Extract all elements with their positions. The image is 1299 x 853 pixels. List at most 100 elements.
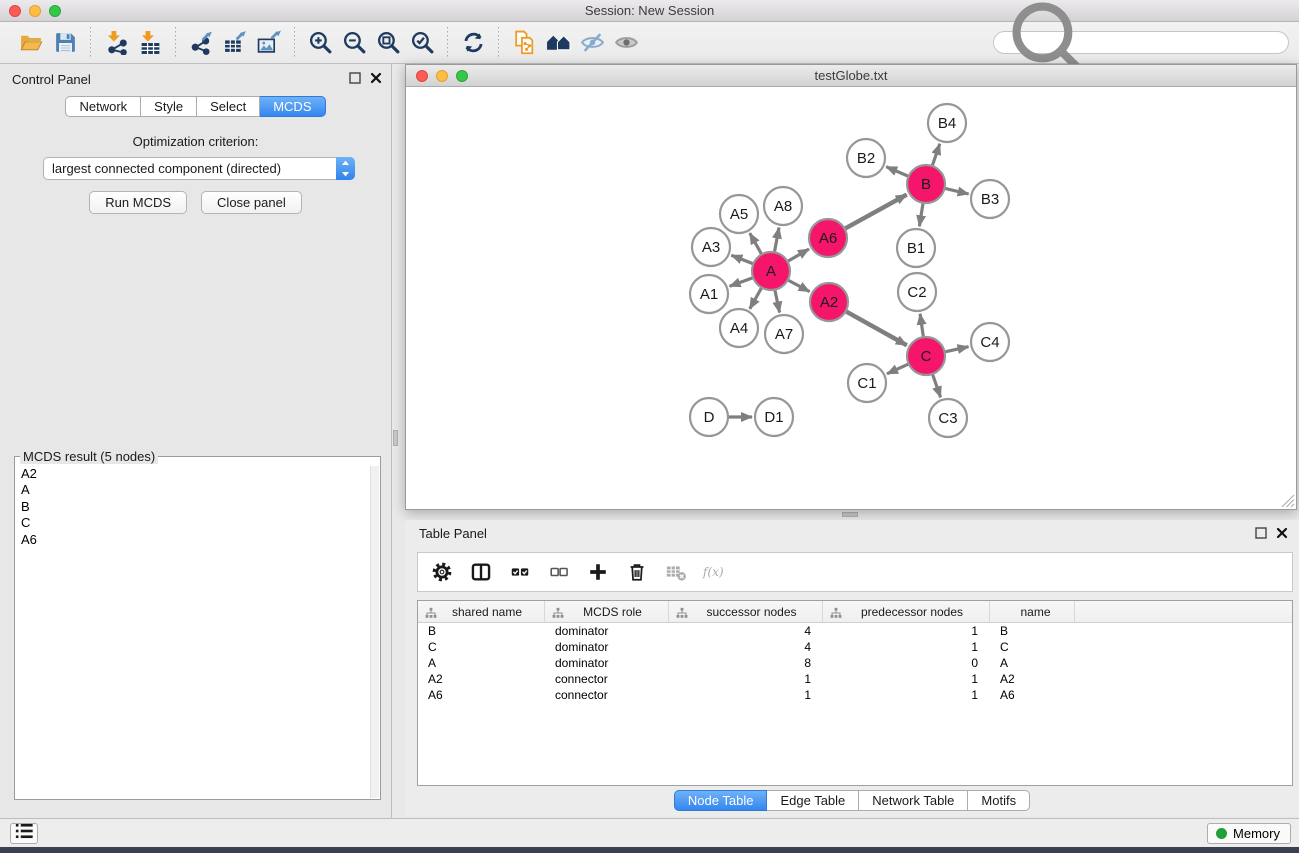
result-list-scrollbar[interactable] [370, 466, 379, 798]
first-neighbors-icon[interactable] [541, 28, 575, 58]
tab-style[interactable]: Style [141, 96, 197, 117]
import-network-icon[interactable] [99, 28, 133, 58]
run-mcds-button[interactable]: Run MCDS [89, 191, 187, 214]
graph-edge-B-B3[interactable] [945, 188, 969, 194]
graph-node-C2[interactable]: C2 [898, 273, 936, 311]
export-network-icon[interactable] [184, 28, 218, 58]
tab-motifs[interactable]: Motifs [968, 790, 1030, 811]
graph-node-A8[interactable]: A8 [764, 187, 802, 225]
hide-selected-icon[interactable] [575, 28, 609, 58]
optimization-criterion-select[interactable]: largest connected component (directed) [43, 157, 355, 180]
column-header-predecessor-nodes[interactable]: predecessor nodes [823, 601, 990, 622]
graph-edge-A2-C[interactable] [846, 311, 907, 345]
table-cell[interactable]: connector [545, 688, 669, 702]
graph-edge-A-A6[interactable] [787, 249, 809, 262]
table-cell[interactable]: A [418, 656, 545, 670]
network-window-titlebar[interactable]: testGlobe.txt [406, 65, 1296, 87]
select-all-checkbox-icon[interactable] [507, 559, 533, 585]
graph-edge-A-A2[interactable] [788, 280, 810, 292]
new-network-from-selection-icon[interactable] [507, 28, 541, 58]
export-image-icon[interactable] [252, 28, 286, 58]
float-table-panel-icon[interactable] [1254, 526, 1268, 540]
table-settings-icon[interactable] [429, 559, 455, 585]
table-cell[interactable]: connector [545, 672, 669, 686]
close-table-panel-icon[interactable] [1275, 526, 1289, 540]
table-cell[interactable]: 8 [669, 656, 823, 670]
graph-node-C1[interactable]: C1 [848, 364, 886, 402]
graph-edge-A-A3[interactable] [731, 255, 753, 264]
tab-edge-table[interactable]: Edge Table [767, 790, 859, 811]
mcds-result-item[interactable]: A2 [16, 466, 369, 482]
mcds-result-item[interactable]: C [16, 515, 369, 531]
import-table-icon[interactable] [133, 28, 167, 58]
table-cell[interactable]: dominator [545, 640, 669, 654]
table-cell[interactable]: A2 [418, 672, 545, 686]
graph-node-A[interactable]: A [752, 252, 790, 290]
graph-edge-A-A8[interactable] [774, 228, 779, 253]
graph-edge-C-C1[interactable] [887, 364, 909, 374]
graph-node-C[interactable]: C [907, 337, 945, 375]
table-cell[interactable]: A [990, 656, 1075, 670]
mcds-result-item[interactable]: A6 [16, 532, 369, 548]
table-cell[interactable]: 1 [823, 640, 990, 654]
table-row[interactable]: A6connector11A6 [418, 687, 1292, 703]
table-cell[interactable]: A2 [990, 672, 1075, 686]
zoom-out-icon[interactable] [337, 28, 371, 58]
table-cell[interactable]: A6 [990, 688, 1075, 702]
column-header-mcds-role[interactable]: MCDS role [545, 601, 669, 622]
close-panel-button[interactable]: Close panel [201, 191, 302, 214]
graph-node-A5[interactable]: A5 [720, 195, 758, 233]
table-cell[interactable]: 4 [669, 624, 823, 638]
save-session-icon[interactable] [48, 28, 82, 58]
table-cell[interactable]: C [418, 640, 545, 654]
close-panel-icon[interactable] [369, 71, 383, 85]
table-cell[interactable]: B [418, 624, 545, 638]
graph-node-D1[interactable]: D1 [755, 398, 793, 436]
graph-node-A6[interactable]: A6 [809, 219, 847, 257]
graph-node-B3[interactable]: B3 [971, 180, 1009, 218]
graph-edge-C-C3[interactable] [932, 374, 940, 397]
create-column-icon[interactable] [585, 559, 611, 585]
table-cell[interactable]: 1 [823, 688, 990, 702]
search-box[interactable] [993, 31, 1289, 54]
graph-node-B[interactable]: B [907, 165, 945, 203]
memory-button[interactable]: Memory [1207, 823, 1291, 844]
graph-node-C3[interactable]: C3 [929, 399, 967, 437]
table-cell[interactable]: 1 [823, 672, 990, 686]
table-cell[interactable]: 4 [669, 640, 823, 654]
graph-node-B4[interactable]: B4 [928, 104, 966, 142]
graph-edge-B-B2[interactable] [886, 167, 908, 177]
table-cell[interactable]: 1 [669, 672, 823, 686]
graph-node-A2[interactable]: A2 [810, 283, 848, 321]
tab-mcds[interactable]: MCDS [260, 96, 325, 117]
table-row[interactable]: Cdominator41C [418, 639, 1292, 655]
graph-node-A7[interactable]: A7 [765, 315, 803, 353]
show-columns-icon[interactable] [468, 559, 494, 585]
delete-column-icon[interactable] [624, 559, 650, 585]
tab-node-table[interactable]: Node Table [674, 790, 768, 811]
resize-grip-icon[interactable] [1281, 494, 1295, 508]
graph-node-A3[interactable]: A3 [692, 228, 730, 266]
table-cell[interactable]: B [990, 624, 1075, 638]
vertical-splitter-handle[interactable] [393, 430, 398, 446]
column-header-name[interactable]: name [990, 601, 1075, 622]
graph-node-A1[interactable]: A1 [690, 275, 728, 313]
graph-node-D[interactable]: D [690, 398, 728, 436]
table-cell[interactable]: C [990, 640, 1075, 654]
task-history-button[interactable] [10, 823, 38, 844]
zoom-in-icon[interactable] [303, 28, 337, 58]
graph-edge-A6-B[interactable] [845, 195, 907, 229]
horizontal-splitter-handle[interactable] [842, 512, 858, 517]
graph-edge-C-C2[interactable] [920, 314, 923, 337]
column-header-successor-nodes[interactable]: successor nodes [669, 601, 823, 622]
zoom-selected-icon[interactable] [405, 28, 439, 58]
table-row[interactable]: Bdominator41B [418, 623, 1292, 639]
graph-edge-A-A7[interactable] [775, 290, 780, 313]
table-cell[interactable]: dominator [545, 656, 669, 670]
zoom-fit-icon[interactable] [371, 28, 405, 58]
table-row[interactable]: Adominator80A [418, 655, 1292, 671]
table-cell[interactable]: 1 [669, 688, 823, 702]
graph-edge-C-C4[interactable] [945, 347, 969, 352]
refresh-view-icon[interactable] [456, 28, 490, 58]
network-canvas[interactable]: B4B2BB3A8A5A6A3B1AC2A1A2A4A7C4CC1C3DD1 [406, 87, 1296, 509]
